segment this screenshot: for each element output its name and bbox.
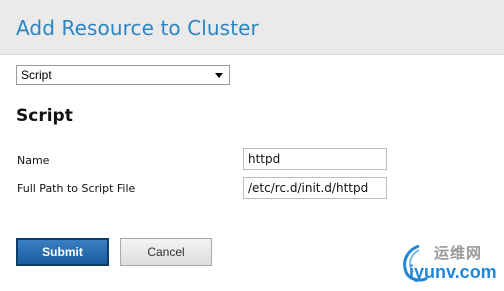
submit-button[interactable]: Submit bbox=[16, 238, 109, 266]
cancel-button[interactable]: Cancel bbox=[120, 238, 212, 266]
dialog-title: Add Resource to Cluster bbox=[16, 16, 259, 40]
script-path-input[interactable] bbox=[243, 177, 387, 199]
add-resource-dialog: Add Resource to Cluster Script Script Na… bbox=[0, 0, 504, 291]
site-watermark: 运维网 iyunv.com bbox=[397, 240, 504, 291]
script-path-label: Full Path to Script File bbox=[17, 182, 136, 195]
dialog-titlebar: Add Resource to Cluster bbox=[0, 0, 504, 55]
section-title: Script bbox=[16, 106, 73, 126]
resource-type-selected: Script bbox=[21, 68, 52, 82]
watermark-text-bottom: iyunv.com bbox=[409, 262, 497, 282]
watermark-text-top: 运维网 bbox=[434, 244, 483, 262]
chevron-down-icon bbox=[215, 73, 223, 78]
resource-type-select[interactable]: Script bbox=[16, 65, 230, 85]
name-input[interactable] bbox=[243, 148, 387, 170]
name-label: Name bbox=[17, 154, 50, 167]
